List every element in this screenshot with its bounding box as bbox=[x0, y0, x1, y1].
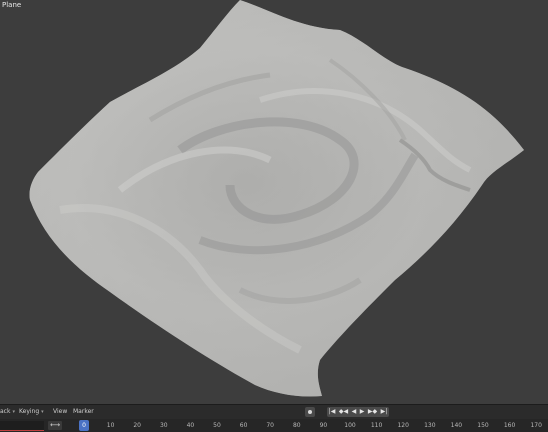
playback-menu-label: ack bbox=[0, 408, 11, 415]
jump-to-start-button[interactable]: |◀ bbox=[329, 407, 336, 417]
frame-tick-label: 60 bbox=[239, 422, 248, 429]
previous-keyframe-button[interactable]: ◆◀ bbox=[339, 407, 348, 417]
frame-tick-label: 50 bbox=[213, 422, 221, 429]
frame-tick-label: 90 bbox=[319, 422, 328, 429]
playback-menu[interactable]: ack ▾ bbox=[0, 408, 15, 415]
frame-tick-label: 100 bbox=[344, 422, 356, 429]
next-keyframe-button[interactable]: ▶◆ bbox=[368, 407, 377, 417]
frame-tick-label: 70 bbox=[266, 422, 275, 429]
marker-menu[interactable]: Marker bbox=[73, 408, 94, 415]
frame-tick-label: 10 bbox=[106, 422, 115, 429]
frame-tick-label: 30 bbox=[159, 422, 168, 429]
playback-controls: |◀ ◆◀ ◀ ▶ ▶◆ ▶| bbox=[327, 407, 389, 417]
frame-tick-label: 40 bbox=[186, 422, 195, 429]
jump-to-end-button[interactable]: ▶| bbox=[381, 407, 388, 417]
frame-tick-label: 150 bbox=[477, 422, 489, 429]
frame-tick-label: 110 bbox=[370, 422, 383, 429]
frame-tick-label: 120 bbox=[397, 422, 409, 429]
timeline-ruler[interactable]: ⟷ 0 10 20 30 40 50 60 70 80 90 100 110 120 130 140 150… bbox=[0, 419, 548, 432]
record-button[interactable] bbox=[305, 407, 315, 417]
frame-tick-label: 170 bbox=[530, 422, 542, 429]
3d-viewport[interactable]: Plane bbox=[0, 0, 548, 404]
frame-tick-label: 80 bbox=[292, 422, 301, 429]
frame-field[interactable] bbox=[0, 421, 44, 431]
current-frame-indicator[interactable]: 0 bbox=[79, 420, 89, 431]
frame-tick-label: 140 bbox=[450, 422, 463, 429]
frame-tick-label: 20 bbox=[133, 422, 142, 429]
timeline-header: ack ▾ Keying ▾ View Marker |◀ ◆◀ ◀ ▶ ▶◆ ▶| bbox=[0, 404, 548, 419]
view-menu[interactable]: View bbox=[53, 408, 67, 415]
chevron-down-icon: ▾ bbox=[12, 409, 15, 415]
play-button[interactable]: ▶ bbox=[360, 407, 365, 417]
keying-menu-label: Keying bbox=[19, 408, 40, 415]
play-reverse-button[interactable]: ◀ bbox=[352, 407, 357, 417]
frame-tick-label: 160 bbox=[503, 422, 516, 429]
frame-tick-label: 130 bbox=[424, 422, 436, 429]
keying-menu[interactable]: Keying ▾ bbox=[19, 408, 44, 415]
chevron-down-icon: ▾ bbox=[41, 409, 44, 415]
cloth-mesh[interactable] bbox=[0, 0, 548, 404]
preview-range-toggle[interactable]: ⟷ bbox=[48, 421, 62, 430]
